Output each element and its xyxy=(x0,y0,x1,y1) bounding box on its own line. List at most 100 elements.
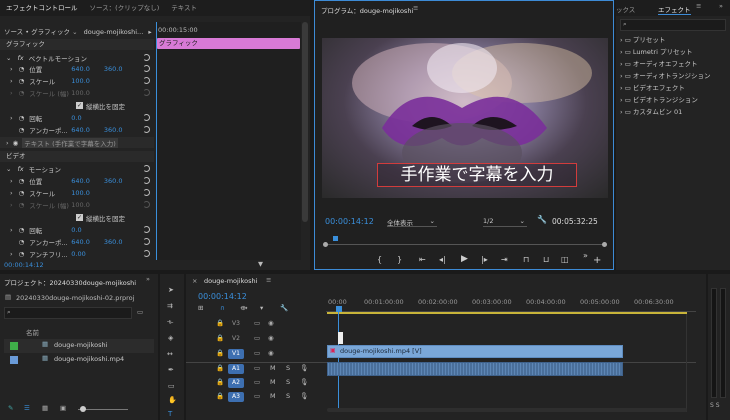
menu-icon[interactable]: ≡ xyxy=(413,4,418,12)
sync-icon[interactable]: ▭ xyxy=(254,392,260,400)
go-to-in-icon[interactable]: ⇤ xyxy=(419,255,426,264)
track-label-a3[interactable]: A3 xyxy=(228,392,244,402)
stopwatch-icon[interactable]: ◔ xyxy=(19,189,25,197)
mic-icon[interactable]: 🎙 xyxy=(300,364,308,372)
solo-button[interactable]: S xyxy=(286,392,290,400)
stopwatch-icon[interactable]: ◔ xyxy=(19,126,25,134)
vector-motion-row[interactable]: ⌄ fx ベクトルモーション xyxy=(0,52,154,63)
scale-value[interactable]: 100.0 xyxy=(71,77,90,85)
type-tool-icon[interactable]: T xyxy=(168,410,172,418)
more-icon[interactable]: » xyxy=(583,251,588,260)
timeline-playhead-head[interactable] xyxy=(336,306,342,312)
effects-item[interactable]: › ▭ Lumetri プリセット xyxy=(620,46,728,58)
text-layer-row[interactable]: › ◉ テキスト (手作業で字幕を入力) xyxy=(0,137,154,148)
mute-button[interactable]: M xyxy=(270,378,276,386)
export-frame-icon[interactable]: ◫ xyxy=(561,255,569,264)
snap-icon[interactable]: ∩ xyxy=(220,304,225,312)
anchor-x[interactable]: 640.0 xyxy=(71,238,90,246)
timeline-hscroll[interactable] xyxy=(327,408,687,412)
track-select-icon[interactable]: ⇉ xyxy=(167,302,173,310)
project-title[interactable]: プロジェクト：20240330douge-mojikoshi xyxy=(4,277,136,287)
effects-item[interactable]: › ▭ カスタムビン 01 xyxy=(620,106,728,118)
pen-icon[interactable]: ✒ xyxy=(168,366,174,374)
graphic-clip[interactable] xyxy=(338,332,343,344)
tab-effect-controls[interactable]: エフェクトコントロール xyxy=(0,0,84,16)
lock-icon[interactable]: 🔒 xyxy=(216,378,224,386)
stopwatch-icon[interactable]: ◔ xyxy=(19,65,25,73)
motion-row[interactable]: ⌄ fx モーション xyxy=(0,163,154,174)
eye-icon[interactable]: ◉ xyxy=(268,319,274,327)
chevron-right-icon[interactable]: › xyxy=(10,226,13,234)
project-row[interactable]: ▦ douge-mojikoshi.mp4 xyxy=(4,353,154,367)
mute-button[interactable]: M xyxy=(270,364,276,372)
track-label-a2[interactable]: A2 xyxy=(228,378,244,388)
eye-icon[interactable]: ◉ xyxy=(13,139,19,147)
reset-icon[interactable] xyxy=(143,126,150,133)
chevron-right-icon[interactable]: › xyxy=(6,139,9,147)
icon-view-icon[interactable]: ▦ xyxy=(42,404,48,412)
sync-icon[interactable]: ▭ xyxy=(254,319,260,327)
tab-text[interactable]: テキスト xyxy=(165,0,203,16)
reset-icon[interactable] xyxy=(143,238,150,245)
zoom-select[interactable]: 全体表示 ⌄ xyxy=(387,217,437,227)
program-scrubber[interactable] xyxy=(325,244,605,245)
project-search[interactable]: ⌕ xyxy=(4,307,132,319)
tab-partial[interactable]: ックス xyxy=(616,4,635,14)
reset-icon[interactable] xyxy=(143,65,150,72)
reset-icon[interactable] xyxy=(143,77,150,84)
ec-clip-bar[interactable]: グラフィック xyxy=(157,38,300,49)
video-clip[interactable]: ▣ douge-mojikoshi.mp4 [V] xyxy=(327,345,623,358)
ec-playhead[interactable] xyxy=(156,22,157,260)
track-label-v1[interactable]: V1 xyxy=(228,349,244,359)
nest-icon[interactable]: ⊞ xyxy=(198,304,203,312)
lock-icon[interactable]: 🔒 xyxy=(216,392,224,400)
sync-icon[interactable]: ▭ xyxy=(254,378,260,386)
freeform-view-icon[interactable]: ▣ xyxy=(60,404,66,412)
overwrite-icon[interactable]: ⊔ xyxy=(543,255,549,264)
chevron-right-icon[interactable]: › xyxy=(10,65,13,73)
reset-icon[interactable] xyxy=(143,114,150,121)
rotation-value[interactable]: 0.0 xyxy=(71,114,81,122)
solo-button[interactable]: S xyxy=(286,378,290,386)
ripple-edit-icon[interactable]: ⟛ xyxy=(167,318,173,327)
source-label[interactable]: ソース • グラフィック xyxy=(4,28,70,36)
play-icon[interactable]: ▸ xyxy=(148,28,151,36)
track-label-v3[interactable]: V3 xyxy=(228,319,244,329)
mic-icon[interactable]: 🎙 xyxy=(300,392,308,400)
stopwatch-icon[interactable]: ◔ xyxy=(19,77,25,85)
program-playhead[interactable] xyxy=(333,236,338,241)
list-view-icon[interactable]: ☰ xyxy=(24,404,30,412)
stopwatch-icon[interactable]: ◔ xyxy=(19,177,25,185)
lock-icon[interactable]: 🔒 xyxy=(216,364,224,372)
new-bin-icon[interactable]: ▭ xyxy=(137,308,143,316)
project-row[interactable]: ▦ douge-mojikoshi xyxy=(4,339,154,353)
position-x[interactable]: 640.0 xyxy=(71,65,90,73)
position-x[interactable]: 640.0 xyxy=(71,177,90,185)
reset-icon[interactable] xyxy=(143,189,150,196)
wrench-icon[interactable]: 🔧 xyxy=(537,215,547,224)
tab-source[interactable]: ソース：(クリップなし) xyxy=(84,0,166,16)
linked-icon[interactable]: ⟴ xyxy=(240,304,248,312)
slip-icon[interactable]: ↔ xyxy=(167,350,173,358)
reset-icon[interactable] xyxy=(143,250,150,257)
menu-icon[interactable]: ≡ xyxy=(266,276,271,284)
clip-label[interactable]: douge-mojikoshi... xyxy=(84,28,144,36)
rotation-value[interactable]: 0.0 xyxy=(71,226,81,234)
insert-icon[interactable]: ⊓ xyxy=(523,255,529,264)
effects-item[interactable]: › ▭ オーディオエフェクト xyxy=(620,58,728,70)
fx-icon[interactable]: fx xyxy=(17,165,23,173)
track-label-v2[interactable]: V2 xyxy=(228,334,244,344)
hand-icon[interactable]: ✋ xyxy=(168,396,177,404)
settings-icon[interactable]: 🔧 xyxy=(280,304,288,312)
position-y[interactable]: 360.0 xyxy=(104,65,123,73)
effects-item[interactable]: › ▭ オーディオトランジション xyxy=(620,70,728,82)
meter-solo-labels[interactable]: S S xyxy=(710,402,720,409)
pencil-icon[interactable]: ✎ xyxy=(8,404,13,412)
close-icon[interactable]: × xyxy=(192,277,197,285)
resolution-select[interactable]: 1/2 ⌄ xyxy=(483,217,527,227)
anchor-x[interactable]: 640.0 xyxy=(71,126,90,134)
audio-clip[interactable] xyxy=(327,362,623,376)
reset-icon[interactable] xyxy=(143,226,150,233)
position-y[interactable]: 360.0 xyxy=(104,177,123,185)
sync-icon[interactable]: ▭ xyxy=(254,349,260,357)
